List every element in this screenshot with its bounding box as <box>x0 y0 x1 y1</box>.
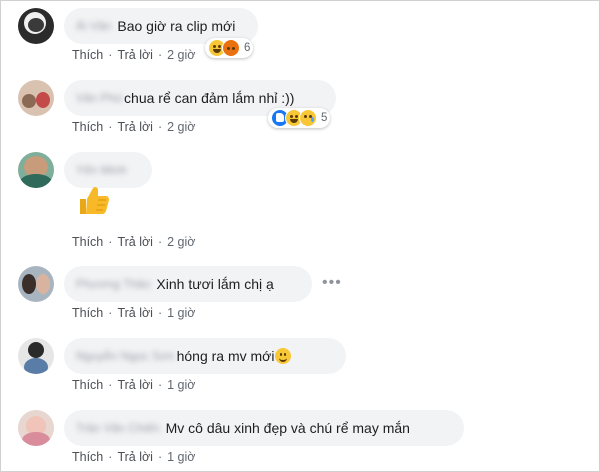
author-name[interactable]: Trần Văn Chiến <box>76 421 160 435</box>
author-name[interactable]: Nguyễn Ngọc Sơn <box>76 349 175 363</box>
avatar[interactable] <box>18 8 54 44</box>
separator: · <box>108 378 113 392</box>
timestamp[interactable]: 2 giờ <box>167 48 195 62</box>
reply-link[interactable]: Trả lời <box>117 378 153 392</box>
avatar[interactable] <box>18 152 54 188</box>
comment-text: hóng ra mv mới <box>176 348 275 364</box>
comment-actions: Thích · Trả lời · 1 giờ <box>72 450 195 464</box>
reply-link[interactable]: Trả lời <box>117 48 153 62</box>
ellipsis-icon[interactable]: ••• <box>322 274 342 292</box>
timestamp[interactable]: 2 giờ <box>167 235 195 249</box>
comment-text: chua rể can đảm lắm nhỉ :)) <box>124 90 295 106</box>
author-name[interactable]: Phương Thảo <box>76 277 150 291</box>
comment-actions: Thích · Trả lời · 1 giờ <box>72 306 195 320</box>
reaction-count: 6 <box>244 42 251 54</box>
reactions-summary[interactable]: 6 <box>205 38 254 58</box>
separator: · <box>157 235 163 249</box>
sad-icon <box>299 109 317 127</box>
author-name[interactable]: Yến Minh <box>76 163 127 177</box>
reply-link[interactable]: Trả lời <box>117 235 153 249</box>
comment-actions: Thích · Trả lời · 2 giờ <box>72 48 195 62</box>
avatar[interactable] <box>18 410 54 446</box>
comment-text: Bao giờ ra clip mới <box>117 18 236 34</box>
like-link[interactable]: Thích <box>72 48 103 62</box>
separator: · <box>108 235 113 249</box>
comment-actions: Thích · Trả lời · 1 giờ <box>72 378 195 392</box>
avatar[interactable] <box>18 80 54 116</box>
avatar[interactable] <box>18 338 54 374</box>
timestamp[interactable]: 1 giờ <box>167 450 195 464</box>
separator: · <box>108 306 113 320</box>
like-link[interactable]: Thích <box>72 120 103 134</box>
separator: · <box>108 48 113 62</box>
like-link[interactable]: Thích <box>72 306 103 320</box>
comment-actions: Thích · Trả lời · 2 giờ <box>72 235 195 249</box>
reply-link[interactable]: Trả lời <box>117 450 153 464</box>
comment-bubble: Nguyễn Ngọc Sơn hóng ra mv mới <box>64 338 346 374</box>
comment-actions: Thích · Trả lời · 2 giờ <box>72 120 195 134</box>
like-link[interactable]: Thích <box>72 378 103 392</box>
comment-text: Mv cô dâu xinh đẹp và chú rể may mắn <box>165 420 410 436</box>
separator: · <box>157 120 163 134</box>
thumbs-up-sticker <box>80 186 109 214</box>
comment-bubble: Yến Minh <box>64 152 152 188</box>
separator: · <box>157 306 163 320</box>
comment-bubble: Phương Thảo Xinh tươi lắm chị ạ <box>64 266 312 302</box>
like-link[interactable]: Thích <box>72 450 103 464</box>
timestamp[interactable]: 1 giờ <box>167 306 195 320</box>
like-link[interactable]: Thích <box>72 235 103 249</box>
timestamp[interactable]: 1 giờ <box>167 378 195 392</box>
angry-icon <box>222 39 240 57</box>
reaction-count: 5 <box>321 112 328 124</box>
separator: · <box>108 450 113 464</box>
reply-link[interactable]: Trả lời <box>117 120 153 134</box>
separator: · <box>157 48 163 62</box>
comment-text: Xinh tươi lắm chị ạ <box>156 276 274 292</box>
timestamp[interactable]: 2 giờ <box>167 120 195 134</box>
separator: · <box>108 120 113 134</box>
reactions-summary[interactable]: 5 <box>268 108 331 128</box>
comment-bubble: Trần Văn Chiến Mv cô dâu xinh đẹp và chú… <box>64 410 464 446</box>
smile-emoji-icon <box>275 348 292 364</box>
avatar[interactable] <box>18 266 54 302</box>
author-name[interactable]: Văn Phú <box>76 91 122 105</box>
author-name[interactable]: Ái Vân <box>76 19 111 33</box>
reply-link[interactable]: Trả lời <box>117 306 153 320</box>
separator: · <box>157 450 163 464</box>
separator: · <box>157 378 163 392</box>
